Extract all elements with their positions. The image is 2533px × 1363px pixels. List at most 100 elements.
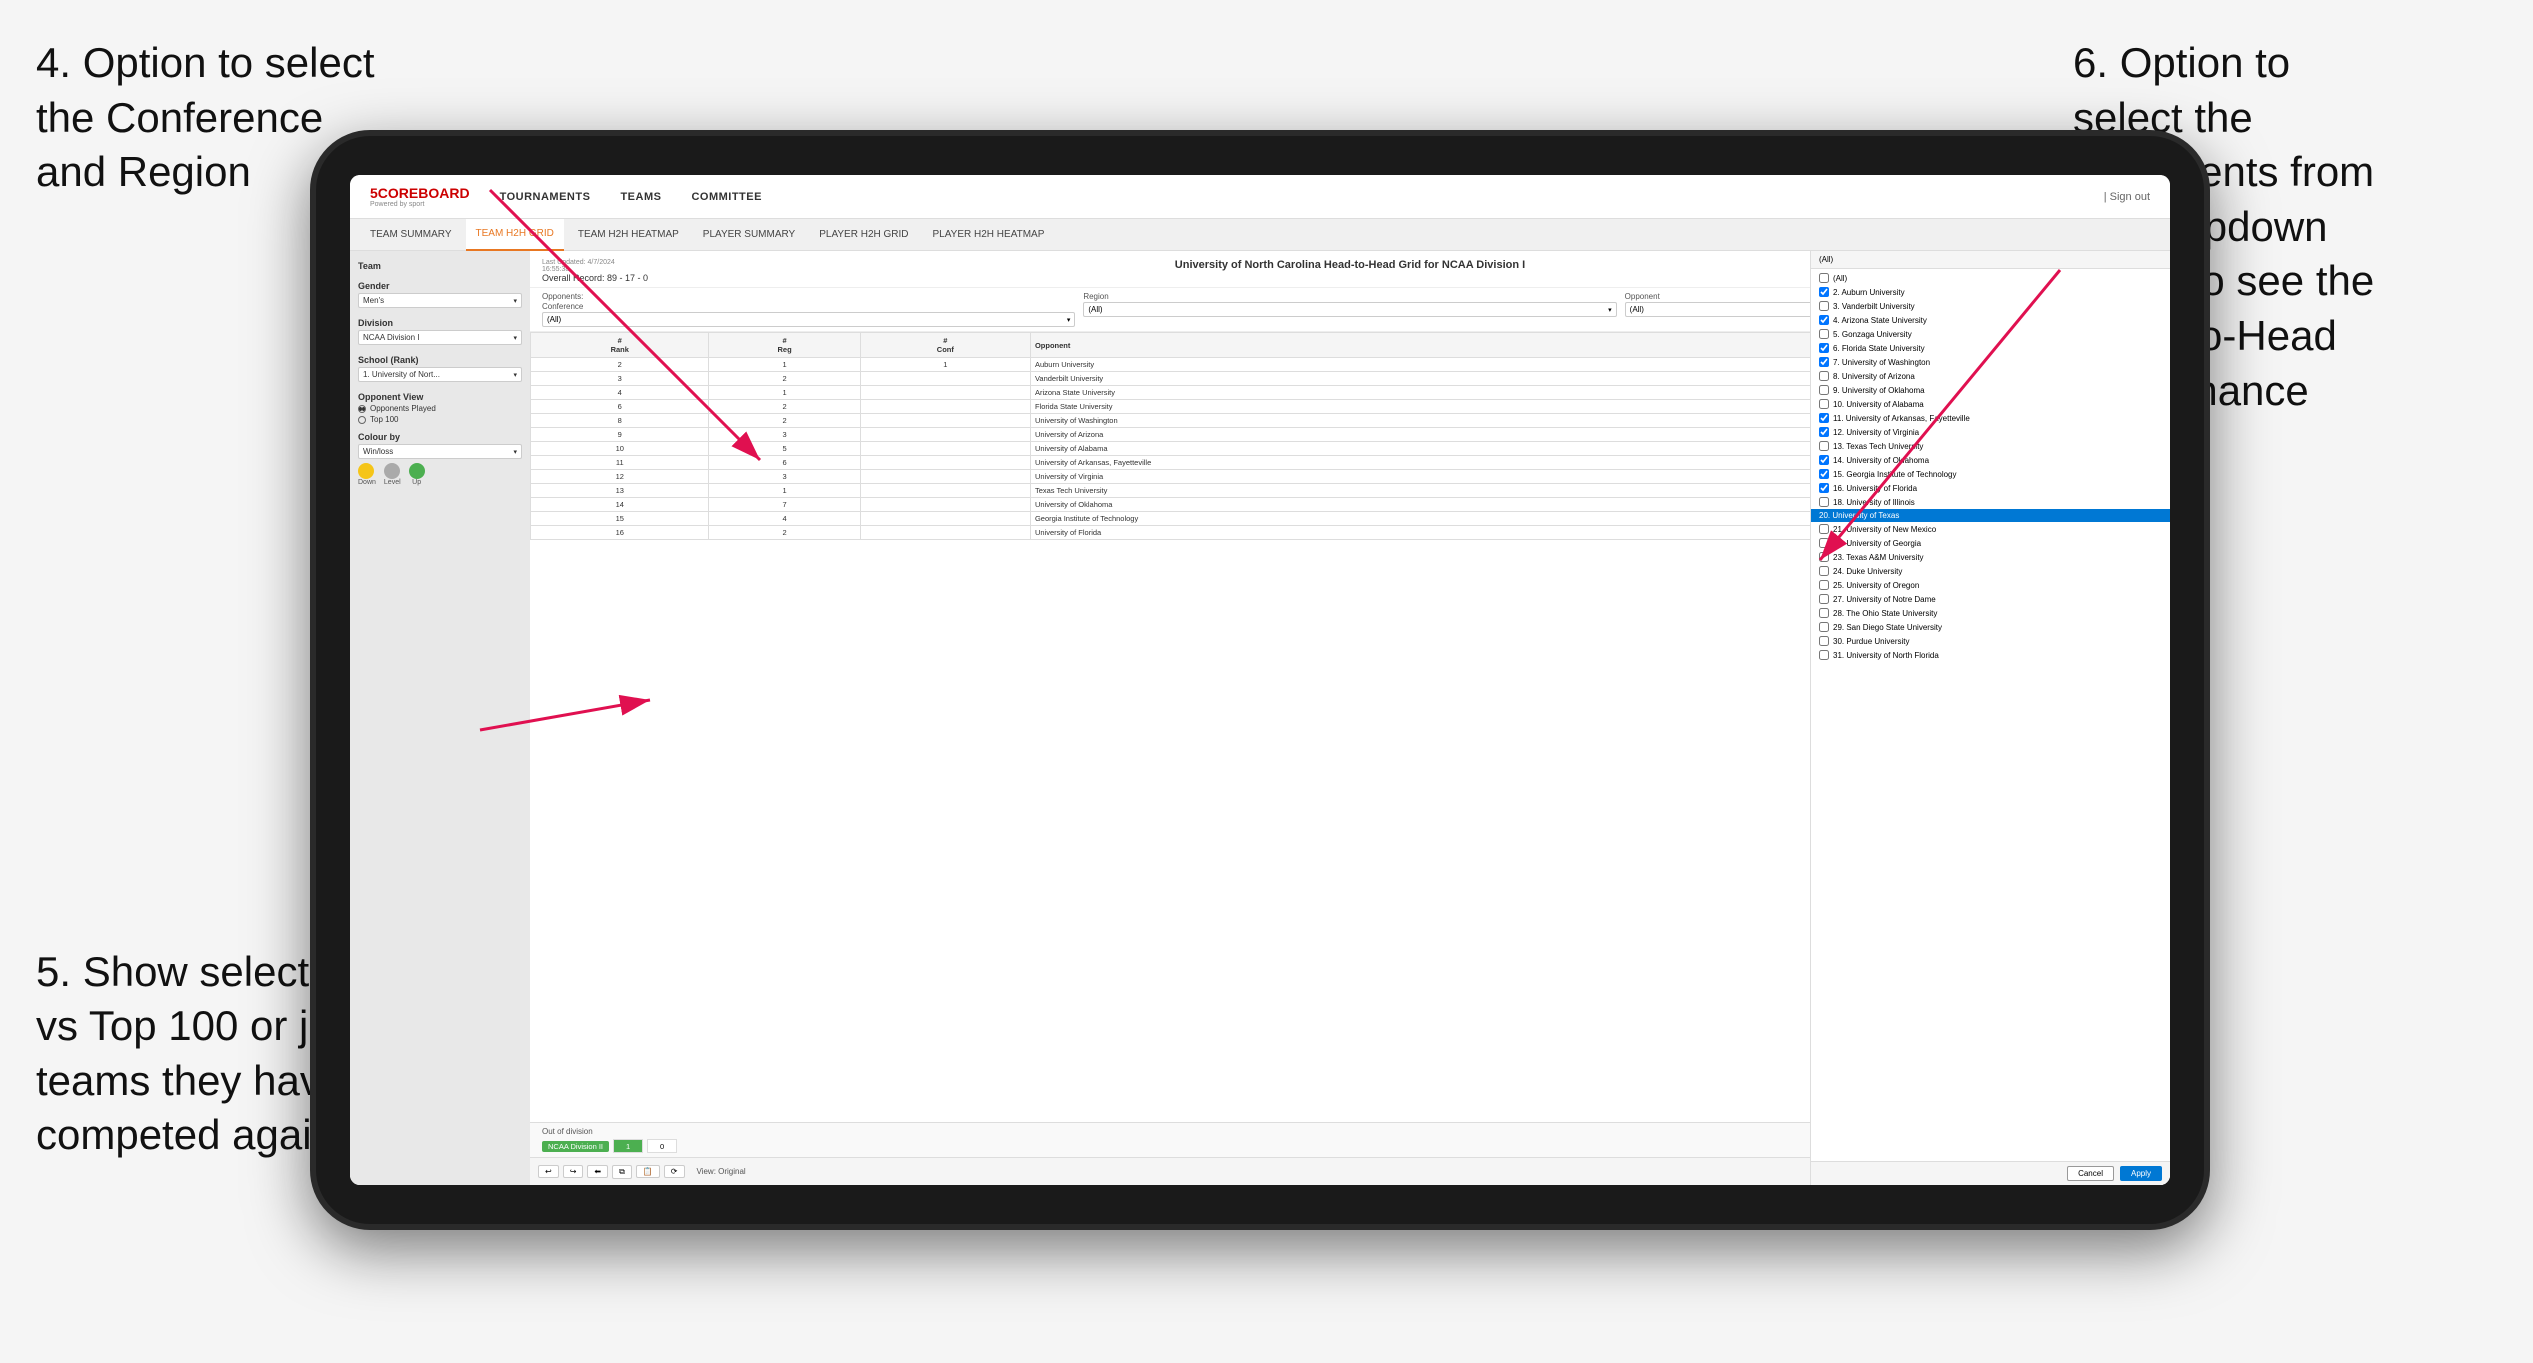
division-name: NCAA Division II: [542, 1141, 609, 1152]
dropdown-checkbox[interactable]: [1819, 566, 1829, 576]
nav-signout[interactable]: | Sign out: [2104, 191, 2150, 203]
dropdown-checkbox[interactable]: [1819, 343, 1829, 353]
toolbar-copy[interactable]: ⧉: [612, 1165, 632, 1179]
dropdown-item[interactable]: 2. Auburn University: [1811, 285, 2170, 299]
dropdown-item[interactable]: 22. University of Georgia: [1811, 536, 2170, 550]
dropdown-item[interactable]: 15. Georgia Institute of Technology: [1811, 467, 2170, 481]
dropdown-checkbox[interactable]: [1819, 580, 1829, 590]
cancel-button[interactable]: Cancel: [2067, 1166, 2114, 1181]
dropdown-checkbox[interactable]: [1819, 622, 1829, 632]
radio-top100[interactable]: Top 100: [358, 415, 522, 424]
gender-select[interactable]: Men's: [358, 293, 522, 308]
subnav-team-summary[interactable]: TEAM SUMMARY: [360, 219, 462, 251]
dropdown-item[interactable]: 24. Duke University: [1811, 564, 2170, 578]
dropdown-item[interactable]: 21. University of New Mexico: [1811, 522, 2170, 536]
colour-legend: Down Level Up: [358, 463, 522, 486]
dropdown-item[interactable]: (All): [1811, 271, 2170, 285]
dropdown-checkbox[interactable]: [1819, 273, 1829, 283]
cell-rank: 11: [531, 456, 709, 470]
toolbar-back[interactable]: ⬅: [587, 1165, 608, 1178]
dropdown-checkbox[interactable]: [1819, 497, 1829, 507]
colour-select[interactable]: Win/loss: [358, 444, 522, 459]
dropdown-item[interactable]: 16. University of Florida: [1811, 481, 2170, 495]
dropdown-checkbox[interactable]: [1819, 385, 1829, 395]
dropdown-list[interactable]: (All) 2. Auburn University 3. Vanderbilt U…: [1811, 269, 2170, 1161]
dropdown-checkbox[interactable]: [1819, 287, 1829, 297]
dropdown-item-label: 13. Texas Tech University: [1833, 442, 1923, 451]
dropdown-checkbox[interactable]: [1819, 427, 1829, 437]
dropdown-item[interactable]: 11. University of Arkansas, Fayetteville: [1811, 411, 2170, 425]
dropdown-checkbox[interactable]: [1819, 301, 1829, 311]
dropdown-checkbox[interactable]: [1819, 552, 1829, 562]
nav-teams[interactable]: TEAMS: [620, 191, 661, 203]
conference-group: Opponents: Conference (All): [542, 292, 1075, 327]
dropdown-item[interactable]: 25. University of Oregon: [1811, 578, 2170, 592]
dropdown-item[interactable]: 13. Texas Tech University: [1811, 439, 2170, 453]
region-select[interactable]: (All): [1083, 302, 1616, 317]
cell-opponent: University of Washington: [1030, 414, 1848, 428]
dropdown-item[interactable]: 14. University of Oklahoma: [1811, 453, 2170, 467]
dropdown-item[interactable]: 4. Arizona State University: [1811, 313, 2170, 327]
dropdown-checkbox[interactable]: [1819, 413, 1829, 423]
dropdown-checkbox[interactable]: [1819, 315, 1829, 325]
subnav-player-h2h-grid[interactable]: PLAYER H2H GRID: [809, 219, 918, 251]
dropdown-item-label: 9. University of Oklahoma: [1833, 386, 1925, 395]
division-loss: 0: [647, 1139, 677, 1153]
dropdown-checkbox[interactable]: [1819, 399, 1829, 409]
dropdown-checkbox[interactable]: [1819, 636, 1829, 646]
nav-committee[interactable]: COMMITTEE: [691, 191, 762, 203]
dropdown-item[interactable]: 29. San Diego State University: [1811, 620, 2170, 634]
subnav-player-h2h-heatmap[interactable]: PLAYER H2H HEATMAP: [923, 219, 1055, 251]
dropdown-item[interactable]: 28. The Ohio State University: [1811, 606, 2170, 620]
cell-reg: 1: [709, 358, 860, 372]
dropdown-checkbox[interactable]: [1819, 538, 1829, 548]
subnav-player-summary[interactable]: PLAYER SUMMARY: [693, 219, 805, 251]
dropdown-item[interactable]: 30. Purdue University: [1811, 634, 2170, 648]
subnav-team-h2h-grid[interactable]: TEAM H2H GRID: [466, 219, 564, 251]
dropdown-item-label: 14. University of Oklahoma: [1833, 456, 1929, 465]
toolbar-redo[interactable]: ↪: [563, 1165, 584, 1178]
dropdown-item[interactable]: 12. University of Virginia: [1811, 425, 2170, 439]
cell-opponent: University of Alabama: [1030, 442, 1848, 456]
conference-select[interactable]: (All): [542, 312, 1075, 327]
dropdown-item-label: 2. Auburn University: [1833, 288, 1905, 297]
dropdown-checkbox[interactable]: [1819, 483, 1829, 493]
dropdown-checkbox[interactable]: [1819, 524, 1829, 534]
dropdown-item[interactable]: 7. University of Washington: [1811, 355, 2170, 369]
dropdown-item[interactable]: 10. University of Alabama: [1811, 397, 2170, 411]
dropdown-item[interactable]: 6. Florida State University: [1811, 341, 2170, 355]
radio-opponents-played[interactable]: Opponents Played: [358, 404, 522, 413]
dropdown-item[interactable]: 5. Gonzaga University: [1811, 327, 2170, 341]
gender-label: Gender: [358, 281, 522, 291]
nav-tournaments[interactable]: TOURNAMENTS: [500, 191, 591, 203]
cell-reg: 2: [709, 400, 860, 414]
apply-button[interactable]: Apply: [2120, 1166, 2162, 1181]
dropdown-checkbox[interactable]: [1819, 650, 1829, 660]
dropdown-item[interactable]: 27. University of Notre Dame: [1811, 592, 2170, 606]
school-select[interactable]: 1. University of Nort...: [358, 367, 522, 382]
dropdown-item[interactable]: 9. University of Oklahoma: [1811, 383, 2170, 397]
cell-conf: [860, 498, 1030, 512]
toolbar-undo[interactable]: ↩: [538, 1165, 559, 1178]
toolbar-refresh[interactable]: ⟳: [664, 1165, 685, 1178]
dropdown-item[interactable]: 8. University of Arizona: [1811, 369, 2170, 383]
toolbar-paste[interactable]: 📋: [636, 1165, 660, 1178]
dropdown-checkbox[interactable]: [1819, 469, 1829, 479]
dropdown-checkbox[interactable]: [1819, 608, 1829, 618]
cell-reg: 7: [709, 498, 860, 512]
dropdown-checkbox[interactable]: [1819, 357, 1829, 367]
dropdown-item[interactable]: 23. Texas A&M University: [1811, 550, 2170, 564]
dropdown-checkbox[interactable]: [1819, 594, 1829, 604]
dropdown-checkbox[interactable]: [1819, 455, 1829, 465]
division-select[interactable]: NCAA Division I: [358, 330, 522, 345]
dropdown-item[interactable]: 3. Vanderbilt University: [1811, 299, 2170, 313]
dropdown-checkbox[interactable]: [1819, 371, 1829, 381]
dropdown-item[interactable]: 18. University of Illinois: [1811, 495, 2170, 509]
dropdown-item[interactable]: 31. University of North Florida: [1811, 648, 2170, 662]
subnav-team-h2h-heatmap[interactable]: TEAM H2H HEATMAP: [568, 219, 689, 251]
tablet-screen: 5COREBOARD Powered by sport TOURNAMENTS …: [350, 175, 2170, 1185]
dropdown-checkbox[interactable]: [1819, 329, 1829, 339]
dropdown-checkbox[interactable]: [1819, 441, 1829, 451]
dropdown-item[interactable]: 20. University of Texas: [1811, 509, 2170, 522]
division-win: 1: [613, 1139, 643, 1153]
